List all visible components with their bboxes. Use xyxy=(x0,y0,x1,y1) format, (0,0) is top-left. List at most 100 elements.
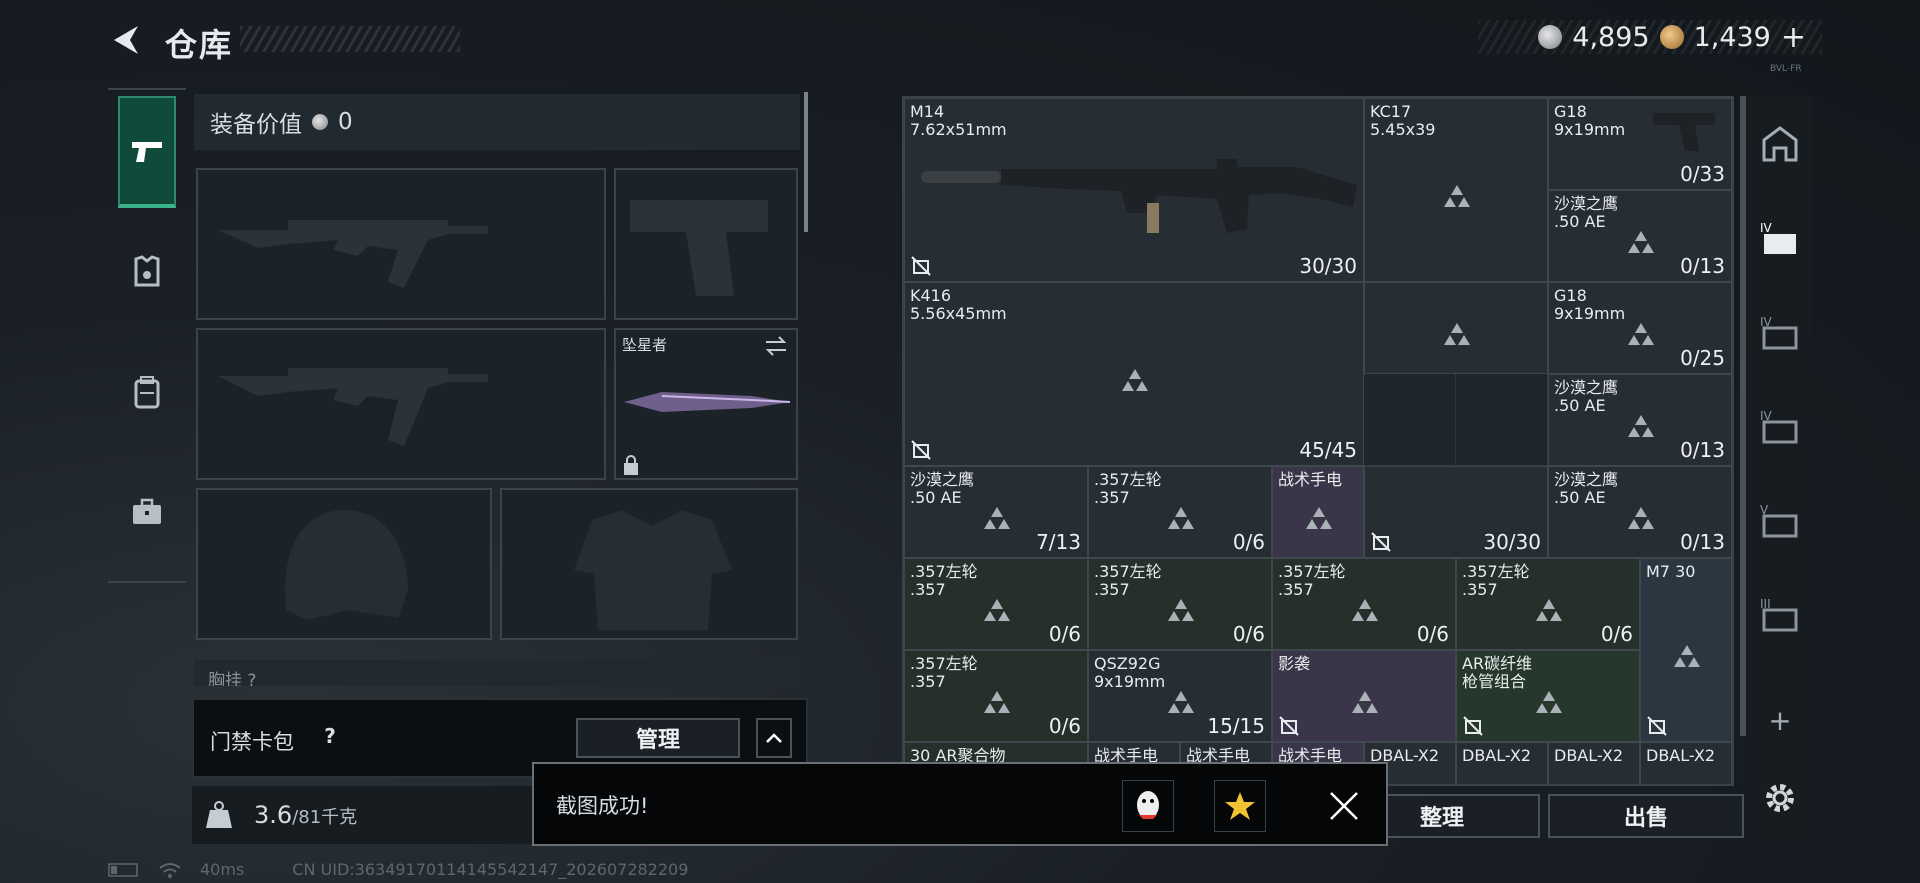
item-name: G18 9x19mm xyxy=(1554,286,1626,323)
storage-tab-5-icon[interactable]: V xyxy=(1756,496,1804,544)
inventory-item[interactable] xyxy=(1364,282,1548,374)
back-arrow-icon[interactable] xyxy=(108,22,144,58)
backpack-icon xyxy=(134,376,160,409)
help-icon[interactable]: ? xyxy=(318,724,342,750)
warehouse-home-icon[interactable] xyxy=(1756,120,1804,168)
grid-cell[interactable] xyxy=(1456,374,1548,466)
primary-weapon-slot[interactable] xyxy=(196,168,606,320)
svg-text:IV: IV xyxy=(1760,221,1773,235)
silver-coin-icon xyxy=(312,114,328,130)
expand-button[interactable] xyxy=(756,718,792,758)
item-name: K416 5.56x45mm xyxy=(910,286,1007,323)
manage-button[interactable]: 管理 xyxy=(576,718,740,758)
pistol-slot[interactable] xyxy=(614,168,798,320)
inventory-item[interactable]: QSZ92G 9x19mm 15/15 xyxy=(1088,650,1272,742)
tab-toolbox[interactable] xyxy=(118,456,176,568)
m14-rifle-icon xyxy=(921,159,1357,233)
status-bar: 40ms CN UID:3634917011414554214​7_202607… xyxy=(108,860,688,879)
silver-coin-icon xyxy=(1538,25,1563,49)
item-count: 0/13 xyxy=(1680,438,1725,462)
toolbox-icon xyxy=(133,498,161,524)
unknown-item-icon xyxy=(1122,369,1148,391)
storage-tab-4c-icon[interactable]: IV xyxy=(1756,402,1804,450)
inventory-item[interactable]: 沙漠之鹰 .50 AE 7/13 xyxy=(904,466,1088,558)
inventory-item[interactable]: .357左轮 .357 0/6 xyxy=(1272,558,1456,650)
inventory-item[interactable]: M14 7.62x51mm 30/30 xyxy=(904,98,1364,282)
swap-icon[interactable] xyxy=(764,336,788,356)
no-carry-icon xyxy=(911,440,931,460)
inventory-item[interactable]: DBAL-X2 xyxy=(1640,742,1732,784)
inventory-item[interactable]: .357左轮 .357 0/6 xyxy=(1456,558,1640,650)
qq-share-button[interactable] xyxy=(1122,780,1174,832)
tab-weapons[interactable] xyxy=(118,96,176,208)
item-name: .357左轮 .357 xyxy=(910,654,978,691)
item-count: 7/13 xyxy=(1036,530,1081,554)
no-carry-icon xyxy=(1463,716,1483,736)
settings-gear-icon[interactable] xyxy=(1756,774,1804,822)
inventory-item[interactable]: .357左轮 .357 0/6 xyxy=(904,650,1088,742)
sell-button[interactable]: 出售 xyxy=(1548,794,1744,838)
inventory-item[interactable]: .357左轮 .357 0/6 xyxy=(1088,558,1272,650)
melee-slot[interactable]: 坠星者 xyxy=(614,328,798,480)
inventory-item[interactable]: 沙漠之鹰 .50 AE 0/13 xyxy=(1548,374,1732,466)
unknown-item-icon xyxy=(984,691,1010,713)
inventory-item[interactable]: DBAL-X2 xyxy=(1548,742,1640,784)
inventory-item[interactable]: 沙漠之鹰 .50 AE 0/13 xyxy=(1548,466,1732,558)
gold-amount: 1,439 xyxy=(1693,21,1771,53)
inventory-item[interactable]: G18 9x19mm 0/25 xyxy=(1548,282,1732,374)
storage-tab-4b-icon[interactable]: IV xyxy=(1756,308,1804,356)
secondary-weapon-slot[interactable] xyxy=(196,328,606,480)
item-count: 0/6 xyxy=(1232,530,1265,554)
equipment-scrollbar[interactable] xyxy=(804,92,808,232)
vest-silhouette-icon xyxy=(574,510,732,630)
inventory-item[interactable]: G18 9x19mm 0/33 xyxy=(1548,98,1732,190)
item-count: 45/45 xyxy=(1299,438,1357,462)
pistol-silhouette-icon xyxy=(630,200,768,296)
item-count: 30/30 xyxy=(1483,530,1541,554)
inventory-item[interactable]: KC17 5.45x39 xyxy=(1364,98,1548,282)
rifle-silhouette-icon xyxy=(218,368,488,446)
unknown-item-icon xyxy=(1306,507,1332,529)
warehouse-sidebar: IV IV IV V III + xyxy=(1748,96,1812,846)
body-armor-slot[interactable] xyxy=(500,488,798,640)
inventory-item[interactable]: 沙漠之鹰 .50 AE 0/13 xyxy=(1548,190,1732,282)
item-count: 0/6 xyxy=(1048,622,1081,646)
add-currency-button[interactable]: + xyxy=(1781,20,1806,55)
warehouse-scrollbar[interactable] xyxy=(1740,96,1746,736)
inventory-item[interactable]: AR碳纤维 枪管组合 xyxy=(1456,650,1640,742)
item-count: 0/13 xyxy=(1680,254,1725,278)
helmet-slot[interactable] xyxy=(196,488,492,640)
inventory-item[interactable]: .357左轮 .357 0/6 xyxy=(904,558,1088,650)
inventory-item[interactable]: .357左轮 .357 0/6 xyxy=(1088,466,1272,558)
grid-cell[interactable] xyxy=(1364,374,1456,466)
item-name: .357左轮 .357 xyxy=(1094,562,1162,599)
item-name: 沙漠之鹰 .50 AE xyxy=(910,470,975,507)
penguin-icon xyxy=(1137,791,1159,819)
close-icon[interactable] xyxy=(1328,790,1360,822)
tab-backpack[interactable] xyxy=(118,336,176,448)
battery-icon xyxy=(108,862,138,877)
item-count: 15/15 xyxy=(1207,714,1265,738)
inventory-item[interactable]: M7 30 xyxy=(1640,558,1732,742)
no-carry-icon xyxy=(911,256,931,276)
tab-armor[interactable] xyxy=(118,216,176,328)
uid-text: CN UID:3634917011414554214​7_20260728220… xyxy=(292,860,689,879)
ping-text: 40ms xyxy=(200,860,245,879)
no-carry-icon xyxy=(1647,716,1667,736)
inventory-item[interactable]: K416 5.56x45mm 45/45 xyxy=(904,282,1364,466)
armor-icon xyxy=(134,255,160,287)
rifle-silhouette-icon xyxy=(218,220,488,288)
storage-tab-4-active-icon[interactable]: IV xyxy=(1756,214,1804,262)
inventory-item[interactable]: DBAL-X2 xyxy=(1456,742,1548,784)
inventory-item[interactable]: 战术手电 xyxy=(1272,466,1364,558)
item-count: 0/6 xyxy=(1600,622,1633,646)
storage-tab-3-icon[interactable]: III xyxy=(1756,590,1804,638)
qzone-share-button[interactable] xyxy=(1214,780,1266,832)
inventory-item[interactable]: 影袭 xyxy=(1272,650,1456,742)
keycard-bag-label: 门禁卡包 xyxy=(210,730,294,754)
item-name: .357左轮 .357 xyxy=(910,562,978,599)
inventory-item[interactable]: 30/30 xyxy=(1364,466,1548,558)
add-storage-icon[interactable]: + xyxy=(1756,696,1804,744)
item-count: 0/33 xyxy=(1680,162,1725,186)
toast-message: 截图成功! xyxy=(556,794,649,818)
